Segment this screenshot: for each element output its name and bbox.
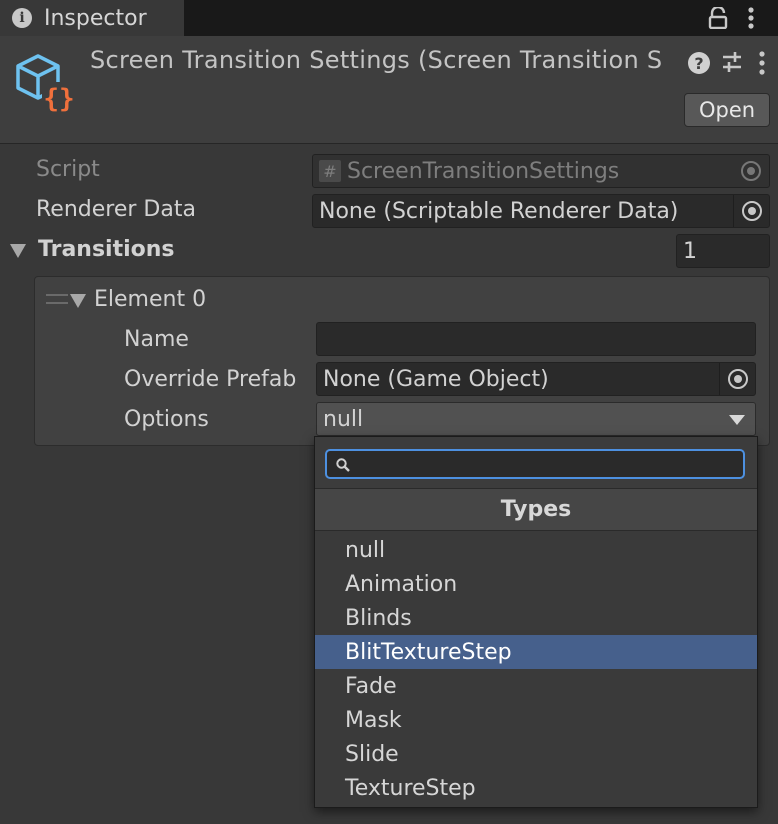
script-hash-icon: # bbox=[319, 160, 341, 182]
name-label: Name bbox=[124, 327, 189, 352]
element-foldout-arrow-icon[interactable] bbox=[70, 294, 86, 308]
transitions-foldout-arrow-icon[interactable] bbox=[10, 244, 26, 258]
type-item-texture-step[interactable]: TextureStep bbox=[315, 771, 757, 805]
context-menu-icon[interactable] bbox=[756, 50, 768, 76]
type-item-blit-texture-step[interactable]: BlitTextureStep bbox=[315, 635, 757, 669]
type-list: null Animation Blinds BlitTextureStep Fa… bbox=[315, 533, 757, 805]
tab-label: Inspector bbox=[44, 5, 147, 31]
scriptable-object-icon: {} bbox=[16, 54, 76, 112]
script-field[interactable]: # ScreenTransitionSettings bbox=[312, 154, 770, 188]
type-item-null[interactable]: null bbox=[315, 533, 757, 567]
open-button[interactable]: Open bbox=[684, 93, 770, 127]
script-picker-icon[interactable] bbox=[733, 155, 769, 187]
lock-icon[interactable] bbox=[708, 7, 728, 29]
options-label: Options bbox=[124, 407, 209, 432]
name-input[interactable] bbox=[316, 322, 756, 356]
search-input[interactable] bbox=[325, 449, 745, 479]
element-title[interactable]: Element 0 bbox=[94, 287, 206, 312]
more-vertical-icon[interactable] bbox=[744, 6, 758, 30]
renderer-data-value: None (Scriptable Renderer Data) bbox=[319, 198, 679, 224]
override-prefab-field[interactable]: None (Game Object) bbox=[316, 362, 756, 396]
drag-handle-icon[interactable] bbox=[46, 294, 68, 304]
type-selector-popup: Types null Animation Blinds BlitTextureS… bbox=[314, 436, 758, 808]
search-icon bbox=[336, 458, 350, 472]
script-label: Script bbox=[36, 157, 100, 182]
override-prefab-label: Override Prefab bbox=[124, 367, 297, 392]
svg-text:{}: {} bbox=[43, 84, 74, 112]
type-item-blinds[interactable]: Blinds bbox=[315, 601, 757, 635]
info-icon: i bbox=[12, 8, 32, 28]
types-header: Types bbox=[315, 489, 757, 531]
transitions-size-field[interactable]: 1 bbox=[676, 234, 770, 268]
type-item-fade[interactable]: Fade bbox=[315, 669, 757, 703]
renderer-data-picker-icon[interactable] bbox=[733, 195, 769, 227]
preset-settings-icon[interactable] bbox=[720, 50, 744, 74]
search-bar bbox=[315, 437, 757, 489]
override-prefab-value: None (Game Object) bbox=[323, 366, 549, 392]
type-item-mask[interactable]: Mask bbox=[315, 703, 757, 737]
transitions-label[interactable]: Transitions bbox=[38, 237, 175, 262]
script-value: ScreenTransitionSettings bbox=[347, 158, 620, 184]
options-value: null bbox=[323, 406, 364, 432]
chevron-down-icon bbox=[729, 415, 745, 425]
renderer-data-label: Renderer Data bbox=[36, 197, 196, 222]
override-prefab-picker-icon[interactable] bbox=[719, 363, 755, 395]
renderer-data-field[interactable]: None (Scriptable Renderer Data) bbox=[312, 194, 770, 228]
options-dropdown[interactable]: null bbox=[316, 402, 756, 436]
help-icon[interactable]: ? bbox=[688, 52, 710, 74]
type-item-slide[interactable]: Slide bbox=[315, 737, 757, 771]
header-title: Screen Transition Settings (Screen Trans… bbox=[90, 46, 663, 74]
tab-inspector[interactable]: i Inspector bbox=[0, 0, 184, 36]
type-item-animation[interactable]: Animation bbox=[315, 567, 757, 601]
